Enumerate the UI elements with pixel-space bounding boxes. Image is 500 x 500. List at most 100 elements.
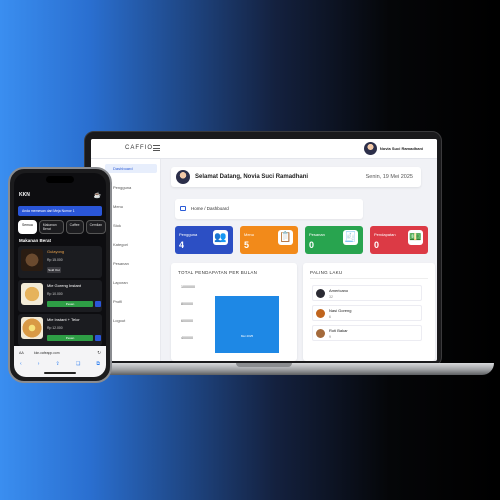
url-text[interactable]: kkn.cafeapp.com: [34, 351, 60, 355]
money-icon: 💵: [408, 230, 423, 245]
food-price: Rp 12.000: [47, 326, 63, 330]
category-chips: Semua Makanan Berat Caffee Cemilan: [18, 220, 106, 234]
sidebar-item-menu[interactable]: Menu: [113, 204, 123, 209]
home-indicator: [44, 372, 76, 374]
revenue-bar[interactable]: Mei 2025: [215, 295, 279, 353]
reload-icon[interactable]: ↻: [97, 350, 101, 356]
sidebar-item-laporan[interactable]: Laporan: [113, 280, 128, 285]
food-name: Mie Goreng Instant: [47, 283, 82, 288]
dynamic-island: [46, 176, 74, 183]
phone-mockup: KKN ☕ Anda memesan dari Meja Nomor 1 Sem…: [8, 167, 112, 383]
stat-card-pendapatan[interactable]: Pendapatan 0 💵: [370, 226, 428, 254]
sidebar-item-pengguna[interactable]: Pengguna: [113, 185, 131, 190]
food-plate-icon: [316, 309, 325, 318]
sidebar-item-dashboard[interactable]: Dashboard: [113, 166, 133, 171]
best-seller-name: Roti Bakar: [329, 328, 348, 333]
food-image: [21, 249, 43, 271]
stat-value: 0: [374, 240, 380, 250]
welcome-text: Selamat Datang, Novia Suci Ramadhani: [195, 174, 309, 180]
order-button[interactable]: Pesan: [47, 335, 93, 341]
phone-app-title: KKN: [19, 192, 30, 198]
sidebar-item-stok[interactable]: Stok: [113, 223, 121, 228]
stat-label: Pendapatan: [374, 232, 396, 237]
forward-icon[interactable]: ›: [38, 361, 40, 367]
divider: [310, 278, 428, 279]
best-seller-name: Americano: [329, 288, 349, 293]
stat-card-pengguna[interactable]: Pengguna 4 👥: [175, 226, 233, 254]
best-seller-item[interactable]: Americano 32: [312, 285, 422, 301]
breadcrumb-text[interactable]: Home / Dashboard: [191, 206, 229, 211]
chip-semua[interactable]: Semua: [18, 220, 37, 234]
laptop-lid: CAFFIO Novia Suci Ramadhani Dashboard Pe…: [84, 131, 442, 367]
stat-card-menu[interactable]: Menu 5 📋: [240, 226, 298, 254]
phone-header: KKN ☕: [19, 192, 101, 202]
best-seller-qty: 32: [329, 295, 333, 299]
stat-card-pesanan[interactable]: Pesanan 0 🧾: [305, 226, 363, 254]
menu-item-card: Mie Instant + Telor Rp 12.000 Pesan: [18, 314, 102, 346]
best-seller-qty: 9: [329, 335, 331, 339]
reader-aa-button[interactable]: AA: [19, 351, 24, 355]
best-seller-item[interactable]: Nasi Goreng 6: [312, 305, 422, 321]
brand-logo[interactable]: CAFFIO: [125, 145, 153, 151]
food-name: Gulayong: [47, 249, 65, 254]
best-seller-title: PALING LAKU: [310, 270, 343, 275]
food-image: [21, 317, 43, 339]
menu-icon: 📋: [278, 230, 293, 245]
users-icon: 👥: [213, 230, 228, 245]
table-banner: Anda memesan dari Meja Nomor 1: [18, 206, 102, 216]
hamburger-menu-icon[interactable]: [153, 145, 160, 151]
menu-item-card: Mie Goreng Instant Rp 10.000 Pesan: [18, 280, 102, 312]
top-navbar: CAFFIO Novia Suci Ramadhani: [91, 139, 437, 159]
monitor-icon: [180, 206, 186, 211]
y-tick-label: 600000: [181, 319, 193, 323]
revenue-chart-title: TOTAL PENDAPATAN PER BULAN: [178, 270, 258, 275]
sold-out-badge: Sold Out: [47, 267, 61, 273]
breadcrumb: Home / Dashboard: [175, 199, 363, 219]
food-price: Rp 15.000: [47, 258, 63, 262]
avatar: [176, 170, 190, 184]
bookmarks-icon[interactable]: ❏: [76, 361, 80, 367]
laptop-screen: CAFFIO Novia Suci Ramadhani Dashboard Pe…: [91, 139, 437, 361]
tabs-icon[interactable]: ⧉: [96, 361, 100, 367]
bread-icon: [316, 329, 325, 338]
menu-item-card: Gulayong Rp 15.000 Sold Out: [18, 246, 102, 278]
best-seller-panel: PALING LAKU Americano 32 Nasi Goreng 6 R…: [303, 263, 435, 361]
chip-cemilan[interactable]: Cemilan: [85, 220, 106, 234]
best-seller-qty: 6: [329, 315, 331, 319]
welcome-card: Selamat Datang, Novia Suci Ramadhani Sen…: [171, 167, 421, 187]
food-image: [21, 283, 43, 305]
browser-nav-row: ‹ › ⇪ ❏ ⧉: [20, 361, 100, 367]
y-tick-label: 400000: [181, 336, 193, 340]
add-icon[interactable]: [95, 335, 101, 341]
revenue-chart-panel: TOTAL PENDAPATAN PER BULAN 1000000 80000…: [171, 263, 297, 361]
coffee-icon[interactable]: ☕: [94, 192, 101, 199]
chip-caffee[interactable]: Caffee: [65, 220, 84, 234]
chip-makanan-berat[interactable]: Makanan Berat: [38, 220, 64, 234]
y-tick-label: 1000000: [181, 285, 195, 289]
sidebar-item-kategori[interactable]: Kategori: [113, 242, 128, 247]
phone-screen: KKN ☕ Anda memesan dari Meja Nomor 1 Sem…: [14, 173, 106, 377]
sidebar-item-pesanan[interactable]: Pesanan: [113, 261, 129, 266]
laptop-notch: [236, 363, 292, 367]
stat-value: 4: [179, 240, 185, 250]
share-icon[interactable]: ⇪: [56, 361, 60, 367]
orders-icon: 🧾: [343, 230, 358, 245]
stat-value: 5: [244, 240, 250, 250]
best-seller-item[interactable]: Roti Bakar 9: [312, 325, 422, 341]
order-button[interactable]: Pesan: [47, 301, 93, 307]
coffee-cup-icon: [316, 289, 325, 298]
current-date: Senin, 19 Mei 2025: [365, 174, 413, 180]
avatar: [363, 142, 377, 155]
sidebar-item-logout[interactable]: Logout: [113, 318, 125, 323]
food-name: Mie Instant + Telor: [47, 317, 80, 322]
food-price: Rp 10.000: [47, 292, 63, 296]
y-tick-label: 800000: [181, 302, 193, 306]
back-icon[interactable]: ‹: [20, 361, 22, 367]
user-menu[interactable]: Novia Suci Ramadhani: [363, 142, 423, 155]
revenue-bar-label: Mei 2025: [240, 333, 254, 338]
top-user-name: Novia Suci Ramadhani: [379, 146, 423, 151]
stat-label: Pengguna: [179, 232, 198, 237]
laptop-mockup: CAFFIO Novia Suci Ramadhani Dashboard Pe…: [84, 131, 442, 367]
add-icon[interactable]: [95, 301, 101, 307]
sidebar-item-profil[interactable]: Profil: [113, 299, 122, 304]
